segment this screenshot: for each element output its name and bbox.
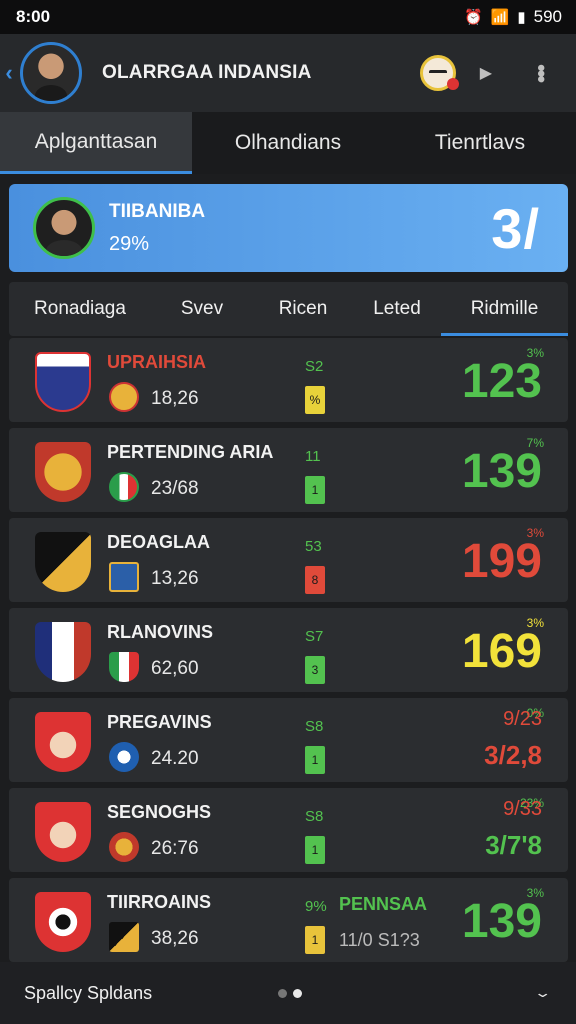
- column-ricen[interactable]: Ricen: [253, 298, 353, 320]
- team-crest-icon: [35, 442, 91, 502]
- page-title: OLARRGAA INDANSIA: [102, 62, 312, 83]
- flag-icon: [109, 472, 139, 502]
- page-dot[interactable]: [278, 989, 287, 998]
- team-secondary-score: 9/33: [503, 798, 542, 820]
- flag-icon: [109, 652, 139, 682]
- column-ronadiaga[interactable]: Ronadiaga: [9, 298, 151, 320]
- team-name: DEOAGLAA: [107, 532, 210, 552]
- column-ridmille[interactable]: Ridmille: [441, 282, 568, 336]
- tab-bar: Aplganttasan Olhandians Tienrtlavs: [0, 112, 576, 174]
- status-chip: 1: [305, 926, 325, 954]
- team-tag: PENNSAA: [339, 894, 428, 914]
- list-item[interactable]: PREGAVINS 24.20 S8 1 0% 9/23 3/2,8: [9, 698, 568, 782]
- profile-avatar[interactable]: [20, 42, 82, 104]
- team-stat: 24.20: [151, 748, 199, 769]
- status-time: 8:00: [16, 7, 51, 26]
- list-item[interactable]: TIIRROAINS 38,26 9% 1 PENNSAA 11/0 S1?3 …: [9, 878, 568, 962]
- list-item[interactable]: RLANOVINS 62,60 S7 3 3% 169: [9, 608, 568, 692]
- status-chip: 1: [305, 476, 325, 504]
- list-item[interactable]: DEOAGLAA 13,26 53 8 3% 199: [9, 518, 568, 602]
- chevron-down-icon[interactable]: ⌄: [534, 985, 552, 1001]
- more-menu-icon[interactable]: •••: [528, 64, 554, 81]
- team-stat: 26:76: [151, 838, 199, 859]
- featured-percent: 29%: [109, 232, 150, 255]
- featured-avatar: [33, 197, 95, 259]
- badge-icon: [109, 832, 139, 862]
- status-chip: 8: [305, 566, 325, 594]
- team-score: 169: [461, 625, 542, 678]
- badge-icon: [109, 922, 139, 952]
- team-secondary-score: 9/23: [503, 708, 542, 730]
- team-name: UPRAIHSIA: [107, 352, 207, 372]
- team-name: RLANOVINS: [107, 622, 214, 642]
- tab-tienrtlavs[interactable]: Tienrtlavs: [384, 112, 576, 174]
- tab-olhandians[interactable]: Olhandians: [192, 112, 384, 174]
- app-bar: ‹ OLARRGAA INDANSIA ▶ •••: [0, 34, 576, 112]
- team-crest-icon: [35, 892, 91, 952]
- play-icon[interactable]: ▶: [480, 63, 492, 83]
- list-item[interactable]: PERTENDING ARIA 23/68 11 1 7% 139: [9, 428, 568, 512]
- status-chip: 1: [305, 836, 325, 864]
- team-small-value: 11: [305, 448, 321, 465]
- team-score: 3/2,8: [484, 740, 542, 770]
- featured-card[interactable]: TIIBANIBA 29% 3/: [9, 184, 568, 272]
- team-small-value: 53: [305, 538, 322, 555]
- signal-icon: ▮: [517, 8, 526, 26]
- alarm-icon: ⏰: [463, 8, 483, 26]
- status-icons: ⏰ 📶 ▮ 590: [464, 7, 562, 27]
- team-stat: 38,26: [151, 928, 199, 949]
- team-small-value: S2: [305, 358, 324, 375]
- team-crest-icon: [35, 352, 91, 412]
- column-leted[interactable]: Leted: [353, 298, 441, 320]
- team-name: TIIRROAINS: [107, 892, 212, 912]
- battery-level: 590: [533, 7, 562, 26]
- team-small-value: S7: [305, 628, 324, 645]
- badge-icon: [109, 382, 139, 412]
- featured-score: 3/: [491, 196, 540, 260]
- mascot-icon[interactable]: [419, 55, 459, 91]
- back-icon[interactable]: ‹: [0, 60, 18, 86]
- team-list: UPRAIHSIA 18,26 S2 % 3% 123 PERTENDING A…: [9, 338, 568, 968]
- team-small-value: S8: [305, 808, 324, 825]
- bottom-bar: Spallcy Spldans ⌄: [0, 962, 576, 1024]
- team-crest-icon: [35, 622, 91, 682]
- status-bar: 8:00 ⏰ 📶 ▮ 590: [0, 0, 576, 34]
- team-crest-icon: [35, 712, 91, 772]
- team-crest-icon: [35, 802, 91, 862]
- team-detail: 11/0 S1?3: [339, 930, 420, 950]
- team-small-value: S8: [305, 718, 324, 735]
- team-crest-icon: [35, 532, 91, 592]
- column-header: Ronadiaga Svev Ricen Leted Ridmille: [9, 282, 568, 336]
- status-chip: %: [305, 386, 325, 414]
- team-small-value: 9%: [305, 898, 327, 915]
- team-stat: 62,60: [151, 658, 199, 679]
- page-indicator: [278, 989, 302, 998]
- tab-aplganttasan[interactable]: Aplganttasan: [0, 112, 192, 174]
- team-score: 123: [461, 355, 542, 408]
- team-stat: 13,26: [151, 568, 199, 589]
- team-name: SEGNOGHS: [107, 802, 212, 822]
- wifi-icon: 📶: [490, 8, 510, 26]
- team-score: 139: [461, 895, 542, 948]
- team-score: 199: [461, 535, 542, 588]
- status-chip: 3: [305, 656, 325, 684]
- badge-icon: [109, 742, 139, 772]
- team-name: PERTENDING ARIA: [107, 442, 274, 462]
- team-stat: 18,26: [151, 388, 199, 409]
- status-chip: 1: [305, 746, 325, 774]
- column-svev[interactable]: Svev: [151, 298, 253, 320]
- list-item[interactable]: UPRAIHSIA 18,26 S2 % 3% 123: [9, 338, 568, 422]
- team-score: 139: [461, 445, 542, 498]
- page-dot-active[interactable]: [293, 989, 302, 998]
- team-name: PREGAVINS: [107, 712, 212, 732]
- team-score: 3/7'8: [485, 830, 542, 860]
- team-stat: 23/68: [151, 478, 199, 499]
- list-item[interactable]: SEGNOGHS 26:76 S8 1 23% 9/33 3/7'8: [9, 788, 568, 872]
- badge-icon: [109, 562, 139, 592]
- featured-name: TIIBANIBA: [109, 200, 206, 222]
